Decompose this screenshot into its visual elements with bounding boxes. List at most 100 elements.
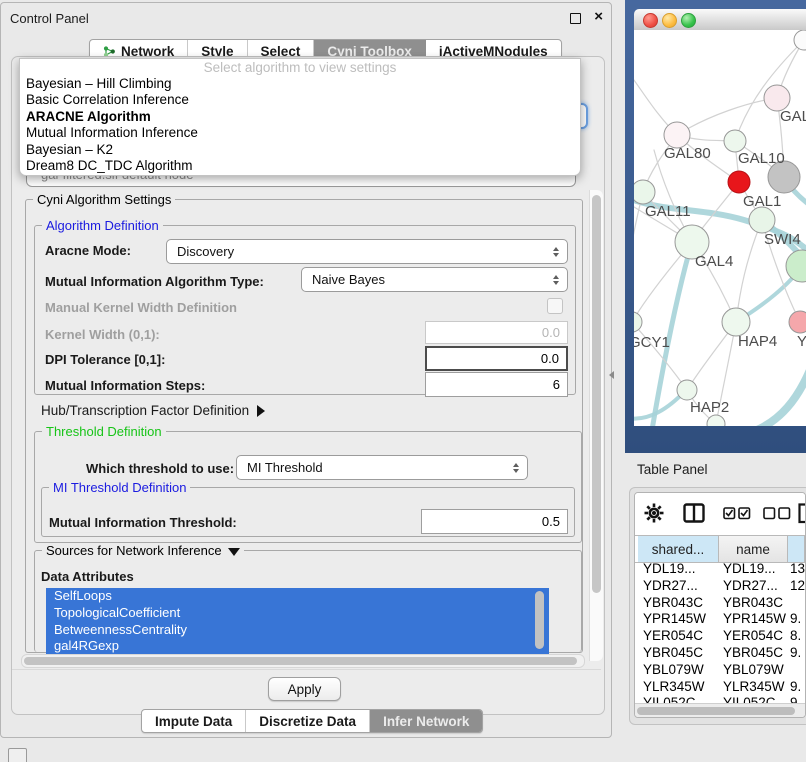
network-node-swi4[interactable] (749, 207, 775, 233)
which-threshold-combo[interactable]: MI Threshold (236, 455, 528, 480)
algorithm-option[interactable]: Basic Correlation Inference (20, 92, 580, 108)
minimize-traffic-light-icon[interactable] (662, 13, 677, 28)
table-cell: YPR145W (723, 611, 786, 628)
algorithm-option[interactable]: Dream8 DC_TDC Algorithm (20, 158, 580, 174)
cyni-algorithm-settings-title: Cyni Algorithm Settings (33, 192, 175, 207)
data-attributes-list[interactable]: SelfLoopsTopologicalCoefficientBetweenne… (46, 588, 549, 655)
table-row[interactable]: YLR345WYLR345W9. (635, 679, 805, 696)
sources-group-title[interactable]: Sources for Network Inference (42, 543, 244, 558)
network-node[interactable] (794, 30, 806, 50)
column-header-clipped[interactable] (788, 536, 805, 562)
which-threshold-value: MI Threshold (247, 460, 323, 475)
tab-label: Infer Network (383, 714, 469, 729)
network-edge[interactable] (677, 98, 777, 135)
mi-threshold-field[interactable]: 0.5 (421, 509, 568, 534)
network-node-gal10[interactable] (724, 130, 746, 152)
network-node-gcy1[interactable] (634, 312, 642, 332)
list-scrollbar-thumb[interactable] (535, 591, 544, 649)
settings-scrollbar-thumb[interactable] (592, 195, 601, 593)
close-traffic-light-icon[interactable] (643, 13, 658, 28)
network-node-hap2[interactable] (677, 380, 697, 400)
settings-horizontal-scrollbar[interactable] (21, 654, 585, 668)
bottom-tab-bar: Impute DataDiscretize Data Infer Network (141, 709, 483, 733)
algorithm-dropdown-popup: Select algorithm to view settings Bayesi… (19, 58, 581, 176)
network-node-hap4[interactable] (722, 308, 750, 336)
network-window-titlebar[interactable] (634, 9, 806, 31)
zoom-traffic-light-icon[interactable] (681, 13, 696, 28)
table-panel-title: Table Panel (637, 462, 708, 477)
table-header-row: shared... name (635, 535, 805, 563)
table-cell: YDL19... (643, 561, 696, 578)
table-cell: YLR345W (643, 679, 705, 696)
select-all-checkboxes-icon[interactable] (723, 507, 751, 525)
node-label: GAL4 (695, 253, 733, 270)
tab-discretize-data[interactable]: Discretize Data (246, 710, 370, 732)
node-label: GAL1 (743, 193, 781, 210)
kernel-width-label: Kernel Width (0,1): (45, 327, 160, 342)
table-row[interactable]: YER054CYER054C8. (635, 628, 805, 645)
mi-threshold-label: Mutual Information Threshold: (49, 515, 237, 530)
close-icon[interactable]: × (594, 7, 603, 27)
apply-separator (12, 669, 601, 670)
column-visibility-icon[interactable] (683, 503, 705, 528)
table-row[interactable]: YDR27...YDR27...12 (635, 578, 805, 595)
table-row[interactable]: YBR045CYBR045C9. (635, 645, 805, 662)
data-attribute-item[interactable]: gal4RGexp (46, 638, 549, 655)
network-canvas[interactable]: GALGAL80GAL10GAL1GAL11SWI4GAL4GCY1HAP4YH… (634, 30, 806, 426)
mi-type-combo[interactable]: Naive Bayes (301, 267, 568, 292)
algorithm-option[interactable]: Bayesian – Hill Climbing (20, 76, 580, 92)
algorithm-option[interactable]: ARACNE Algorithm (20, 109, 580, 125)
combo-arrows-icon (553, 247, 559, 257)
network-node[interactable] (707, 415, 725, 426)
network-node[interactable] (786, 250, 806, 282)
table-cell: YIL052C (643, 695, 696, 703)
table-cell: YBR045C (723, 645, 783, 662)
threshold-definition-title: Threshold Definition (42, 424, 166, 439)
table-row[interactable]: YIL052CYIL052C9 (635, 695, 805, 703)
kernel-width-field[interactable]: 0.0 (425, 321, 568, 344)
tab-impute-data[interactable]: Impute Data (142, 710, 246, 732)
manual-kernel-checkbox[interactable] (547, 298, 563, 314)
table-row[interactable]: YPR145WYPR145W9. (635, 611, 805, 628)
mi-steps-field[interactable]: 6 (425, 372, 568, 397)
table-toolbar (635, 493, 805, 535)
node-label: HAP2 (690, 399, 729, 416)
data-attributes-label: Data Attributes (41, 569, 134, 584)
deselect-all-checkboxes-icon[interactable] (763, 507, 791, 525)
aracne-mode-combo[interactable]: Discovery (166, 239, 568, 264)
table-row[interactable]: YBR043CYBR043C (635, 595, 805, 612)
sources-group-label: Sources for Network Inference (46, 543, 222, 558)
float-window-icon[interactable] (570, 13, 581, 24)
algorithm-option[interactable]: Bayesian – K2 (20, 142, 580, 158)
table-row[interactable]: YBL079WYBL079W (635, 662, 805, 679)
settings-vertical-scrollbar[interactable] (589, 190, 603, 661)
network-edge[interactable] (752, 360, 806, 426)
column-header-shared[interactable]: shared... (638, 536, 719, 562)
network-node-gal1[interactable] (728, 171, 750, 193)
algorithm-option[interactable]: Mutual Information Inference (20, 125, 580, 141)
collapsed-panel-chip[interactable] (8, 748, 27, 762)
expanded-arrow-icon (228, 548, 240, 556)
gear-icon[interactable] (643, 502, 665, 529)
table-cell: 9. (790, 679, 801, 696)
dpi-tolerance-field[interactable]: 0.0 (425, 346, 568, 371)
settings-hscrollbar-thumb[interactable] (24, 657, 577, 665)
screen: Control Panel × NetworkStyleSelectCyni T… (0, 0, 806, 762)
network-node-y[interactable] (789, 311, 806, 333)
column-header-name[interactable]: name (719, 536, 788, 562)
network-node-gal11[interactable] (634, 180, 655, 204)
data-attribute-item[interactable]: TopologicalCoefficient (46, 605, 549, 622)
tab-infer-network[interactable]: Infer Network (370, 710, 482, 732)
algorithm-dropdown-placeholder: Select algorithm to view settings (20, 59, 580, 76)
node-label: GCY1 (634, 334, 670, 351)
table-row[interactable]: YDL19...YDL19...13 (635, 561, 805, 578)
data-attribute-item[interactable]: BetweennessCentrality (46, 622, 549, 639)
apply-button[interactable]: Apply (268, 677, 341, 701)
hub-definition-toggle[interactable]: Hub/Transcription Factor Definition (41, 403, 265, 418)
new-table-icon[interactable] (798, 503, 806, 529)
table-hscrollbar-thumb[interactable] (637, 707, 795, 715)
data-attribute-item[interactable]: SelfLoops (46, 588, 549, 605)
dpi-tolerance-label: DPI Tolerance [0,1]: (45, 352, 165, 367)
splitter-collapse-icon[interactable] (609, 371, 614, 379)
table-horizontal-scrollbar[interactable] (635, 703, 805, 718)
